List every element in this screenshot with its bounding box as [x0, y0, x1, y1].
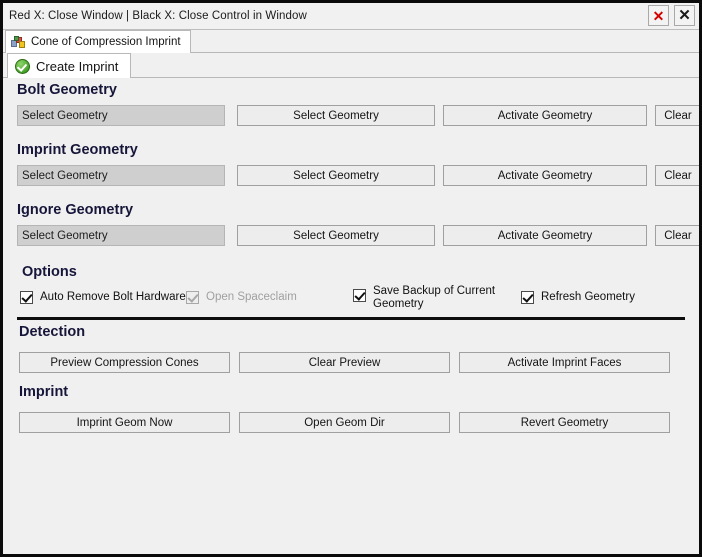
imprint-heading: Imprint: [19, 384, 69, 400]
checkbox-refresh-geometry[interactable]: Refresh Geometry: [521, 291, 635, 305]
activate-imprint-faces-button[interactable]: Activate Imprint Faces: [459, 352, 670, 373]
close-window-button[interactable]: ✕: [648, 5, 669, 26]
imprint-geometry-heading: Imprint Geometry: [17, 142, 138, 158]
checkbox-icon: [186, 291, 199, 305]
imprint-geom-now-button[interactable]: Imprint Geom Now: [19, 412, 230, 433]
outer-tab-label: Cone of Compression Imprint: [31, 36, 181, 48]
imprint-geometry-row: Select Geometry Select Geometry Activate…: [17, 165, 699, 186]
ignore-clear-button[interactable]: Clear: [655, 225, 699, 246]
window-controls: ✕ ✕: [648, 5, 695, 26]
ignore-geometry-heading: Ignore Geometry: [17, 202, 134, 218]
cone-of-compression-imprint-window: Red X: Close Window | Black X: Close Con…: [0, 0, 702, 557]
inner-tab-strip: Create Imprint: [3, 53, 699, 78]
checkbox-icon: [353, 289, 366, 302]
bolt-select-geometry-button[interactable]: Select Geometry: [237, 105, 435, 126]
checkbox-icon: [521, 291, 534, 305]
preview-compression-cones-button[interactable]: Preview Compression Cones: [19, 352, 230, 373]
clear-preview-button[interactable]: Clear Preview: [239, 352, 450, 373]
checkbox-icon: [20, 291, 33, 305]
inner-tab-label: Create Imprint: [36, 58, 119, 74]
close-control-button[interactable]: ✕: [674, 5, 695, 26]
bolt-activate-geometry-button[interactable]: Activate Geometry: [443, 105, 647, 126]
checkbox-label: Open Spaceclaim: [206, 291, 297, 303]
checkbox-save-backup-of-current-geometry[interactable]: Save Backup of Current Geometry: [353, 285, 498, 311]
open-geom-dir-button[interactable]: Open Geom Dir: [239, 412, 450, 433]
imprint-select-geometry-button[interactable]: Select Geometry: [237, 165, 435, 186]
bolt-clear-button[interactable]: Clear: [655, 105, 699, 126]
checkbox-auto-remove-bolt-hardware[interactable]: Auto Remove Bolt Hardware: [20, 291, 186, 305]
ignore-select-geometry-button[interactable]: Select Geometry: [237, 225, 435, 246]
ignore-geometry-field[interactable]: Select Geometry: [17, 225, 225, 246]
imprint-button-row: Imprint Geom Now Open Geom Dir Revert Ge…: [19, 412, 670, 433]
close-icon: ✕: [652, 7, 665, 24]
close-icon: ✕: [678, 7, 691, 24]
ignore-geometry-row: Select Geometry Select Geometry Activate…: [17, 225, 699, 246]
checkbox-label: Save Backup of Current Geometry: [373, 285, 496, 311]
outer-tab-strip: Cone of Compression Imprint: [3, 30, 699, 53]
title-bar: Red X: Close Window | Black X: Close Con…: [3, 3, 699, 30]
window-title: Red X: Close Window | Black X: Close Con…: [9, 10, 307, 22]
green-check-icon: [15, 58, 30, 74]
ignore-activate-geometry-button[interactable]: Activate Geometry: [443, 225, 647, 246]
revert-geometry-button[interactable]: Revert Geometry: [459, 412, 670, 433]
bolt-geometry-heading: Bolt Geometry: [17, 82, 117, 98]
options-heading: Options: [22, 264, 77, 280]
checkbox-label: Refresh Geometry: [541, 291, 635, 303]
detection-heading: Detection: [19, 324, 86, 340]
detection-button-row: Preview Compression Cones Clear Preview …: [19, 352, 670, 373]
tab-create-imprint[interactable]: Create Imprint: [7, 53, 132, 78]
bolt-geometry-field[interactable]: Select Geometry: [17, 105, 225, 126]
checkbox-open-spaceclaim[interactable]: Open Spaceclaim: [186, 291, 297, 305]
panel-content: Bolt Geometry Select Geometry Select Geo…: [3, 78, 699, 554]
bolt-geometry-row: Select Geometry Select Geometry Activate…: [17, 105, 699, 126]
imprint-activate-geometry-button[interactable]: Activate Geometry: [443, 165, 647, 186]
imprint-clear-button[interactable]: Clear: [655, 165, 699, 186]
cube-icon: [11, 35, 26, 49]
imprint-geometry-field[interactable]: Select Geometry: [17, 165, 225, 186]
tab-cone-of-compression-imprint[interactable]: Cone of Compression Imprint: [5, 30, 191, 53]
section-divider: [17, 317, 685, 320]
checkbox-label: Auto Remove Bolt Hardware: [40, 291, 186, 303]
